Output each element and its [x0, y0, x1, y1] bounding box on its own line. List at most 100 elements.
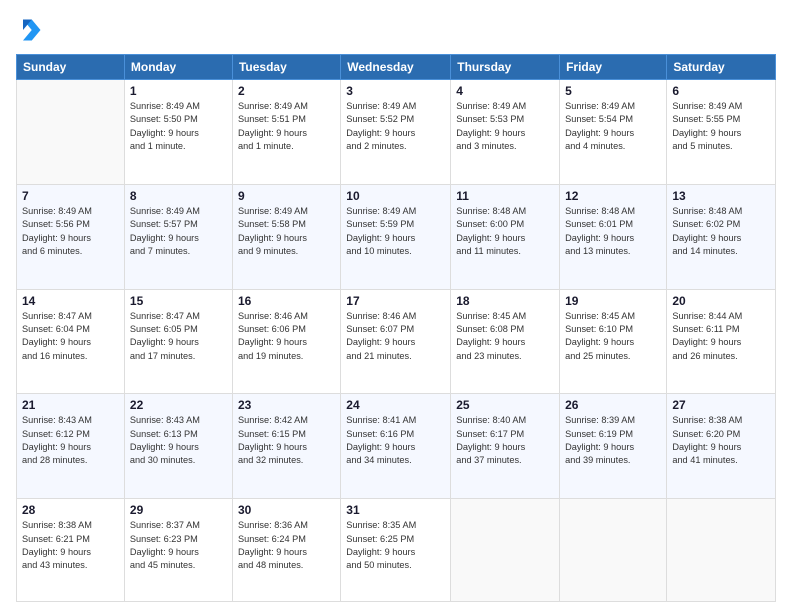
day-detail: Sunrise: 8:37 AMSunset: 6:23 PMDaylight:…: [130, 519, 227, 572]
day-detail: Sunrise: 8:49 AMSunset: 5:50 PMDaylight:…: [130, 100, 227, 153]
day-detail: Sunrise: 8:38 AMSunset: 6:20 PMDaylight:…: [672, 414, 770, 467]
weekday-header: Friday: [560, 55, 667, 80]
day-number: 15: [130, 294, 227, 308]
calendar-cell: [17, 80, 125, 185]
day-detail: Sunrise: 8:49 AMSunset: 5:55 PMDaylight:…: [672, 100, 770, 153]
calendar-cell: 4 Sunrise: 8:49 AMSunset: 5:53 PMDaylight…: [451, 80, 560, 185]
weekday-header: Tuesday: [232, 55, 340, 80]
day-number: 3: [346, 84, 445, 98]
day-number: 26: [565, 398, 661, 412]
day-detail: Sunrise: 8:48 AMSunset: 6:01 PMDaylight:…: [565, 205, 661, 258]
day-detail: Sunrise: 8:38 AMSunset: 6:21 PMDaylight:…: [22, 519, 119, 572]
day-number: 30: [238, 503, 335, 517]
day-number: 2: [238, 84, 335, 98]
calendar-cell: [451, 499, 560, 602]
day-number: 17: [346, 294, 445, 308]
day-detail: Sunrise: 8:46 AMSunset: 6:06 PMDaylight:…: [238, 310, 335, 363]
weekday-header: Thursday: [451, 55, 560, 80]
day-number: 9: [238, 189, 335, 203]
page: SundayMondayTuesdayWednesdayThursdayFrid…: [0, 0, 792, 612]
day-detail: Sunrise: 8:49 AMSunset: 5:54 PMDaylight:…: [565, 100, 661, 153]
day-number: 16: [238, 294, 335, 308]
calendar-cell: 9 Sunrise: 8:49 AMSunset: 5:58 PMDaylight…: [232, 184, 340, 289]
day-detail: Sunrise: 8:44 AMSunset: 6:11 PMDaylight:…: [672, 310, 770, 363]
calendar-cell: 20 Sunrise: 8:44 AMSunset: 6:11 PMDayligh…: [667, 289, 776, 394]
calendar-cell: 11Sunrise: 8:48 AMSunset: 6:00 PMDayligh…: [451, 184, 560, 289]
day-number: 21: [22, 398, 119, 412]
day-number: 20: [672, 294, 770, 308]
calendar-cell: 5 Sunrise: 8:49 AMSunset: 5:54 PMDaylight…: [560, 80, 667, 185]
calendar-cell: 27 Sunrise: 8:38 AMSunset: 6:20 PMDayligh…: [667, 394, 776, 499]
day-detail: Sunrise: 8:41 AMSunset: 6:16 PMDaylight:…: [346, 414, 445, 467]
day-number: 7: [22, 189, 119, 203]
day-detail: Sunrise: 8:46 AMSunset: 6:07 PMDaylight:…: [346, 310, 445, 363]
day-number: 12: [565, 189, 661, 203]
calendar-cell: 8 Sunrise: 8:49 AMSunset: 5:57 PMDaylight…: [124, 184, 232, 289]
day-number: 31: [346, 503, 445, 517]
day-number: 28: [22, 503, 119, 517]
day-number: 6: [672, 84, 770, 98]
day-number: 10: [346, 189, 445, 203]
weekday-header: Monday: [124, 55, 232, 80]
calendar-cell: 17 Sunrise: 8:46 AMSunset: 6:07 PMDayligh…: [341, 289, 451, 394]
day-number: 1: [130, 84, 227, 98]
day-detail: Sunrise: 8:49 AMSunset: 5:58 PMDaylight:…: [238, 205, 335, 258]
day-detail: Sunrise: 8:45 AMSunset: 6:10 PMDaylight:…: [565, 310, 661, 363]
weekday-header: Saturday: [667, 55, 776, 80]
day-detail: Sunrise: 8:49 AMSunset: 5:59 PMDaylight:…: [346, 205, 445, 258]
calendar-cell: 22Sunrise: 8:43 AMSunset: 6:13 PMDayligh…: [124, 394, 232, 499]
day-number: 25: [456, 398, 554, 412]
day-detail: Sunrise: 8:39 AMSunset: 6:19 PMDaylight:…: [565, 414, 661, 467]
day-detail: Sunrise: 8:40 AMSunset: 6:17 PMDaylight:…: [456, 414, 554, 467]
calendar-cell: 24Sunrise: 8:41 AMSunset: 6:16 PMDayligh…: [341, 394, 451, 499]
calendar-cell: 15 Sunrise: 8:47 AMSunset: 6:05 PMDayligh…: [124, 289, 232, 394]
day-number: 23: [238, 398, 335, 412]
calendar-cell: 16 Sunrise: 8:46 AMSunset: 6:06 PMDayligh…: [232, 289, 340, 394]
day-detail: Sunrise: 8:47 AMSunset: 6:05 PMDaylight:…: [130, 310, 227, 363]
day-number: 11: [456, 189, 554, 203]
day-number: 14: [22, 294, 119, 308]
day-detail: Sunrise: 8:43 AMSunset: 6:12 PMDaylight:…: [22, 414, 119, 467]
calendar-cell: 25 Sunrise: 8:40 AMSunset: 6:17 PMDayligh…: [451, 394, 560, 499]
day-detail: Sunrise: 8:42 AMSunset: 6:15 PMDaylight:…: [238, 414, 335, 467]
day-number: 4: [456, 84, 554, 98]
day-detail: Sunrise: 8:43 AMSunset: 6:13 PMDaylight:…: [130, 414, 227, 467]
calendar-cell: 2 Sunrise: 8:49 AMSunset: 5:51 PMDaylight…: [232, 80, 340, 185]
calendar-cell: 3 Sunrise: 8:49 AMSunset: 5:52 PMDaylight…: [341, 80, 451, 185]
calendar-cell: 19 Sunrise: 8:45 AMSunset: 6:10 PMDayligh…: [560, 289, 667, 394]
day-detail: Sunrise: 8:35 AMSunset: 6:25 PMDaylight:…: [346, 519, 445, 572]
day-detail: Sunrise: 8:49 AMSunset: 5:53 PMDaylight:…: [456, 100, 554, 153]
day-detail: Sunrise: 8:48 AMSunset: 6:02 PMDaylight:…: [672, 205, 770, 258]
calendar-cell: 26 Sunrise: 8:39 AMSunset: 6:19 PMDayligh…: [560, 394, 667, 499]
calendar-cell: 28 Sunrise: 8:38 AMSunset: 6:21 PMDayligh…: [17, 499, 125, 602]
day-detail: Sunrise: 8:49 AMSunset: 5:57 PMDaylight:…: [130, 205, 227, 258]
calendar-cell: 31 Sunrise: 8:35 AMSunset: 6:25 PMDayligh…: [341, 499, 451, 602]
calendar-cell: 21 Sunrise: 8:43 AMSunset: 6:12 PMDayligh…: [17, 394, 125, 499]
header: [16, 16, 776, 44]
calendar-cell: [667, 499, 776, 602]
day-number: 5: [565, 84, 661, 98]
day-detail: Sunrise: 8:49 AMSunset: 5:51 PMDaylight:…: [238, 100, 335, 153]
logo-icon: [16, 16, 44, 44]
day-detail: Sunrise: 8:47 AMSunset: 6:04 PMDaylight:…: [22, 310, 119, 363]
weekday-header: Wednesday: [341, 55, 451, 80]
calendar-cell: 14 Sunrise: 8:47 AMSunset: 6:04 PMDayligh…: [17, 289, 125, 394]
day-number: 18: [456, 294, 554, 308]
day-detail: Sunrise: 8:36 AMSunset: 6:24 PMDaylight:…: [238, 519, 335, 572]
calendar-cell: 7 Sunrise: 8:49 AMSunset: 5:56 PMDaylight…: [17, 184, 125, 289]
calendar-cell: 23 Sunrise: 8:42 AMSunset: 6:15 PMDayligh…: [232, 394, 340, 499]
day-number: 27: [672, 398, 770, 412]
weekday-header: Sunday: [17, 55, 125, 80]
logo: [16, 16, 48, 44]
calendar-table: SundayMondayTuesdayWednesdayThursdayFrid…: [16, 54, 776, 602]
day-detail: Sunrise: 8:49 AMSunset: 5:56 PMDaylight:…: [22, 205, 119, 258]
day-number: 13: [672, 189, 770, 203]
day-detail: Sunrise: 8:49 AMSunset: 5:52 PMDaylight:…: [346, 100, 445, 153]
day-number: 29: [130, 503, 227, 517]
day-number: 8: [130, 189, 227, 203]
calendar-cell: 6 Sunrise: 8:49 AMSunset: 5:55 PMDaylight…: [667, 80, 776, 185]
calendar-cell: 1 Sunrise: 8:49 AMSunset: 5:50 PMDaylight…: [124, 80, 232, 185]
day-number: 19: [565, 294, 661, 308]
calendar-cell: 18Sunrise: 8:45 AMSunset: 6:08 PMDayligh…: [451, 289, 560, 394]
calendar-cell: 29 Sunrise: 8:37 AMSunset: 6:23 PMDayligh…: [124, 499, 232, 602]
